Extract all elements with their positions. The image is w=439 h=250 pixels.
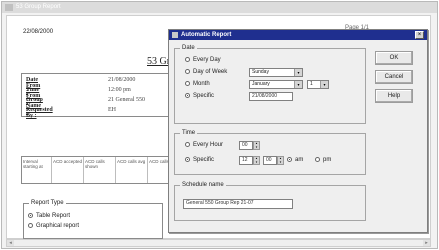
- specific-date-field[interactable]: 21/08/2000: [249, 92, 293, 101]
- info-value: 21 General 550: [108, 97, 145, 103]
- radio-icon[interactable]: [185, 57, 190, 62]
- pm-radio[interactable]: pm: [315, 157, 331, 163]
- radio-label: pm: [323, 157, 332, 164]
- cancel-button[interactable]: Cancel: [375, 70, 413, 84]
- scroll-left-icon[interactable]: ◂: [7, 240, 14, 246]
- minute-spinner[interactable]: ▴ ▾: [277, 156, 284, 165]
- time-group: Time Every Hour 00 ▴ ▾ Specific 12 ▴ ▾ 00 …: [174, 130, 366, 175]
- chevron-down-icon[interactable]: ▾: [320, 81, 328, 88]
- am-radio[interactable]: am: [287, 157, 303, 163]
- radio-selected-icon[interactable]: [287, 157, 292, 162]
- ok-button[interactable]: OK: [375, 51, 413, 65]
- background-window-title: 53 Group Report: [16, 4, 61, 10]
- help-button[interactable]: Help: [375, 89, 413, 103]
- radio-label: Every Hour: [193, 142, 224, 149]
- radio-label: Every Day: [193, 57, 221, 64]
- column-header: ACD calls avg: [116, 157, 148, 183]
- report-heading: 53 Gr: [147, 56, 171, 67]
- report-type-group: Report Type Table Report Graphical repor…: [23, 200, 163, 239]
- dialog-icon: [172, 32, 178, 38]
- day-of-week-radio[interactable]: Day of Week: [185, 69, 227, 75]
- day-of-week-select[interactable]: Sunday ▾: [249, 68, 303, 77]
- chevron-down-icon[interactable]: ▾: [294, 81, 302, 88]
- chevron-down-icon[interactable]: ▾: [294, 69, 302, 76]
- every-hour-field[interactable]: 00: [239, 141, 253, 150]
- radio-label: Day of Week: [193, 69, 228, 76]
- radio-selected-icon[interactable]: [28, 213, 33, 218]
- specific-date-radio[interactable]: Specific: [185, 93, 214, 99]
- column-header: Interval starting at: [22, 157, 52, 183]
- hour-spinner[interactable]: ▴ ▾: [253, 156, 260, 165]
- radio-icon[interactable]: [185, 81, 190, 86]
- info-value: 12:00 pm: [108, 87, 131, 93]
- radio-selected-icon[interactable]: [185, 93, 190, 98]
- schedule-name-field[interactable]: General 550 Group Rep 21-07: [183, 199, 293, 209]
- every-hour-radio[interactable]: Every Hour: [185, 142, 223, 148]
- close-icon[interactable]: ×: [415, 31, 424, 39]
- minute-field[interactable]: 00: [263, 156, 277, 165]
- dialog-title: Automatic Report: [181, 32, 232, 38]
- month-day-value: 1: [310, 81, 313, 87]
- report-type-label: Report Type: [29, 200, 66, 206]
- report-table-header: Interval starting at ACD accepted ACD ca…: [21, 156, 181, 184]
- every-day-radio[interactable]: Every Day: [185, 57, 221, 63]
- month-value: January: [252, 81, 270, 87]
- time-group-label: Time: [180, 130, 198, 136]
- date-group-label: Date: [180, 45, 197, 51]
- radio-label: Specific: [193, 93, 215, 100]
- info-value: 21/08/2000: [108, 77, 136, 83]
- info-value: EH: [108, 107, 116, 113]
- report-date: 22/08/2000: [23, 29, 54, 35]
- radio-label: am: [295, 157, 304, 164]
- radio-selected-icon[interactable]: [185, 157, 190, 162]
- automatic-report-dialog: Automatic Report × Date Every Day Day of…: [168, 29, 428, 233]
- schedule-label: Schedule name: [180, 182, 226, 188]
- radio-icon[interactable]: [185, 142, 190, 147]
- background-title-bar: 53 Group Report: [2, 2, 437, 13]
- radio-icon[interactable]: [315, 157, 320, 162]
- radio-label: Month: [193, 81, 210, 88]
- specific-time-radio[interactable]: Specific: [185, 157, 214, 163]
- every-hour-spinner[interactable]: ▴ ▾: [253, 141, 260, 150]
- radio-icon[interactable]: [185, 69, 190, 74]
- option-label: Table Report: [36, 213, 71, 220]
- hour-field[interactable]: 12: [239, 156, 253, 165]
- table-report-option[interactable]: Table Report: [28, 213, 70, 219]
- month-radio[interactable]: Month: [185, 81, 210, 87]
- column-header: ACD accepted: [52, 157, 84, 183]
- app-icon: [5, 4, 13, 11]
- month-select[interactable]: January ▾: [249, 80, 303, 89]
- info-label: Requested By :: [26, 107, 53, 119]
- option-label: Graphical report: [36, 223, 80, 230]
- report-info-box: Date From : 21/08/2000 Time From : 12:00…: [21, 73, 176, 119]
- column-header: ACD calls shown: [84, 157, 116, 183]
- scroll-right-icon[interactable]: ▸: [423, 240, 430, 246]
- graphical-report-option[interactable]: Graphical report: [28, 223, 79, 229]
- schedule-group: Schedule name General 550 Group Rep 21-0…: [174, 182, 366, 221]
- date-group: Date Every Day Day of Week Sunday ▾ Mont…: [174, 45, 366, 124]
- dialog-title-bar[interactable]: Automatic Report ×: [169, 30, 427, 40]
- radio-label: Specific: [193, 157, 215, 164]
- day-of-week-value: Sunday: [252, 69, 269, 75]
- radio-icon[interactable]: [28, 223, 33, 228]
- horizontal-scrollbar[interactable]: ◂ ▸: [6, 239, 431, 247]
- month-day-select[interactable]: 1 ▾: [307, 80, 329, 89]
